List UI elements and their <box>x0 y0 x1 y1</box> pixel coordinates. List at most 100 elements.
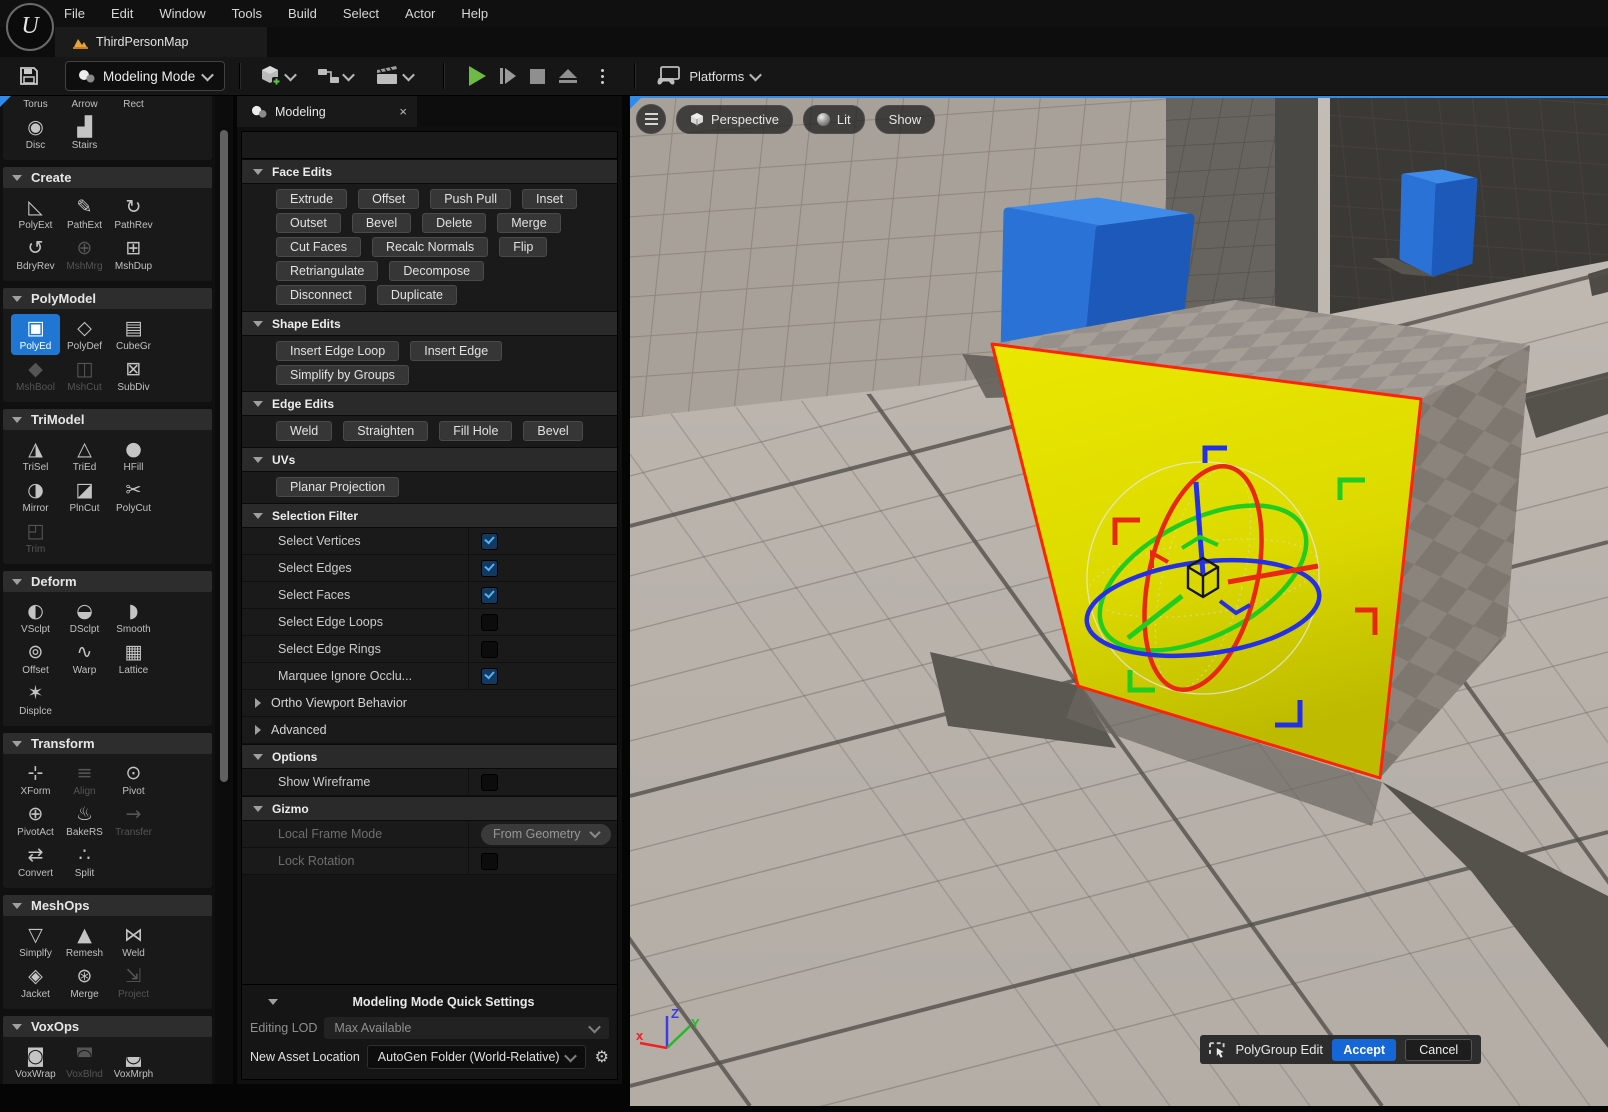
menu-item-edit[interactable]: Edit <box>111 6 133 21</box>
tool-xform[interactable]: ⊹XForm <box>11 759 60 800</box>
tool-stairs[interactable]: ▟Stairs <box>60 113 109 154</box>
flip-button[interactable]: Flip <box>499 237 547 257</box>
fill-hole-button[interactable]: Fill Hole <box>439 421 512 441</box>
simplify-by-groups-button[interactable]: Simplify by Groups <box>276 365 409 385</box>
select-edge-loops-checkbox[interactable] <box>481 614 498 631</box>
tool-polyed[interactable]: ▣PolyEd <box>11 314 60 355</box>
tool-trim[interactable]: ◰Trim <box>11 517 60 558</box>
section-header-create[interactable]: Create <box>3 167 212 188</box>
tool-transfer[interactable]: →Transfer <box>109 800 158 841</box>
platforms-button[interactable]: Platforms <box>650 65 766 87</box>
select-vertices-checkbox[interactable] <box>481 533 498 550</box>
tool-mshcut[interactable]: ◫MshCut <box>60 355 109 396</box>
select-edges-checkbox[interactable] <box>481 560 498 577</box>
section-header-advanced[interactable]: Advanced <box>242 717 617 744</box>
tool-warp[interactable]: ∿Warp <box>60 638 109 679</box>
close-icon[interactable]: × <box>399 104 407 119</box>
tool-offset[interactable]: ⊚Offset <box>11 638 60 679</box>
lock-rotation-checkbox[interactable] <box>481 853 498 870</box>
decompose-button[interactable]: Decompose <box>389 261 484 281</box>
bevel-button[interactable]: Bevel <box>352 213 411 233</box>
tool-vsclpt[interactable]: ◐VSclpt <box>11 597 60 638</box>
straighten-button[interactable]: Straighten <box>343 421 428 441</box>
tool-polycut[interactable]: ✂PolyCut <box>109 476 158 517</box>
recalc-normals-button[interactable]: Recalc Normals <box>372 237 488 257</box>
section-header-transform[interactable]: Transform <box>3 733 212 754</box>
viewport[interactable]: Perspective Lit Show Z Y x PolyGroup Edi… <box>630 96 1608 1106</box>
tool-displce[interactable]: ✶Displce <box>11 679 60 720</box>
disconnect-button[interactable]: Disconnect <box>276 285 366 305</box>
tool-pivot[interactable]: ⊙Pivot <box>109 759 158 800</box>
tool-align[interactable]: ≡Align <box>60 759 109 800</box>
tool-mshmrg[interactable]: ⊕MshMrg <box>60 234 109 275</box>
tool-voxwrap[interactable]: ◙VoxWrap <box>11 1042 60 1083</box>
tool-convert[interactable]: ⇄Convert <box>11 841 60 882</box>
select-faces-checkbox[interactable] <box>481 587 498 604</box>
section-header-gizmo[interactable]: Gizmo <box>242 796 617 821</box>
tool-trisel[interactable]: ◮TriSel <box>11 435 60 476</box>
insert-edge-loop-button[interactable]: Insert Edge Loop <box>276 341 399 361</box>
modeling-tab[interactable]: Modeling × <box>237 96 417 127</box>
retriangulate-button[interactable]: Retriangulate <box>276 261 378 281</box>
section-header-meshops[interactable]: MeshOps <box>3 895 212 916</box>
push-pull-button[interactable]: Push Pull <box>430 189 511 209</box>
tool-mshbool[interactable]: ◆MshBool <box>11 355 60 396</box>
section-header-shape-edits[interactable]: Shape Edits <box>242 311 617 336</box>
menu-item-select[interactable]: Select <box>343 6 379 21</box>
save-button[interactable] <box>15 62 43 90</box>
palette-scrollbar[interactable] <box>215 96 233 1084</box>
tool-plncut[interactable]: ◪PlnCut <box>60 476 109 517</box>
tool-remesh[interactable]: ▲Remesh <box>60 921 109 962</box>
section-header-edge-edits[interactable]: Edge Edits <box>242 391 617 416</box>
section-header-ortho-viewport-behavior[interactable]: Ortho Viewport Behavior <box>242 690 617 717</box>
tool-voxmrph[interactable]: ◛VoxMrph <box>109 1042 158 1083</box>
extrude-button[interactable]: Extrude <box>276 189 347 209</box>
unreal-logo-icon[interactable]: U <box>6 3 54 51</box>
tool-mshdup[interactable]: ⊞MshDup <box>109 234 158 275</box>
menu-item-tools[interactable]: Tools <box>232 6 262 21</box>
section-header-face-edits[interactable]: Face Edits <box>242 159 617 184</box>
perspective-button[interactable]: Perspective <box>676 105 793 134</box>
merge-button[interactable]: Merge <box>497 213 560 233</box>
insert-edge-button[interactable]: Insert Edge <box>410 341 502 361</box>
tool-voxmrg[interactable]: ◘VoxMrg <box>60 1083 109 1084</box>
tool-project[interactable]: ⇲Project <box>109 962 158 1003</box>
tool-torus[interactable]: ◎Torus <box>11 96 60 113</box>
menu-item-build[interactable]: Build <box>288 6 317 21</box>
lit-mode-button[interactable]: Lit <box>803 105 865 134</box>
planar-projection-button[interactable]: Planar Projection <box>276 477 399 497</box>
tool-voxblnd[interactable]: ◚VoxBlnd <box>60 1042 109 1083</box>
tool-arrow[interactable]: ►Arrow <box>60 96 109 113</box>
tool-subdiv[interactable]: ⊠SubDiv <box>109 355 158 396</box>
select-edge-rings-checkbox[interactable] <box>481 641 498 658</box>
tool-simplfy[interactable]: ▽Simplfy <box>11 921 60 962</box>
section-header-voxops[interactable]: VoxOps <box>3 1016 212 1037</box>
section-header-selection-filter[interactable]: Selection Filter <box>242 503 617 528</box>
asset-tab-thirdpersonmap[interactable]: ThirdPersonMap <box>55 27 267 57</box>
section-header-options[interactable]: Options <box>242 744 617 769</box>
show-button[interactable]: Show <box>875 105 936 134</box>
tool-jacket[interactable]: ◈Jacket <box>11 962 60 1003</box>
menu-item-help[interactable]: Help <box>461 6 488 21</box>
play-button[interactable] <box>469 66 486 86</box>
tool-disc[interactable]: ◉Disc <box>11 113 60 154</box>
tool-split[interactable]: ∴Split <box>60 841 109 882</box>
frame-skip-button[interactable] <box>500 68 516 84</box>
edge-bevel-button[interactable]: Bevel <box>523 421 582 441</box>
tool-dsclpt[interactable]: ◒DSclpt <box>60 597 109 638</box>
section-header-polymodel[interactable]: PolyModel <box>3 288 212 309</box>
quick-settings-header[interactable]: Modeling Mode Quick Settings <box>250 995 609 1009</box>
play-options-menu-button[interactable] <box>595 68 610 85</box>
tool-voxbool[interactable]: ◻VoxBool <box>11 1083 60 1084</box>
stop-button[interactable] <box>530 69 545 84</box>
tool-merge[interactable]: ⊛Merge <box>60 962 109 1003</box>
tool-cubegr[interactable]: ▤CubeGr <box>109 314 158 355</box>
show-wireframe-checkbox[interactable] <box>481 774 498 791</box>
inset-button[interactable]: Inset <box>522 189 577 209</box>
menu-item-file[interactable]: File <box>64 6 85 21</box>
tool-mirror[interactable]: ◑Mirror <box>11 476 60 517</box>
cinematics-button[interactable] <box>371 61 417 91</box>
tool-rect[interactable]: ▭Rect <box>109 96 158 113</box>
section-header-trimodel[interactable]: TriModel <box>3 409 212 430</box>
accept-button[interactable]: Accept <box>1332 1039 1397 1061</box>
